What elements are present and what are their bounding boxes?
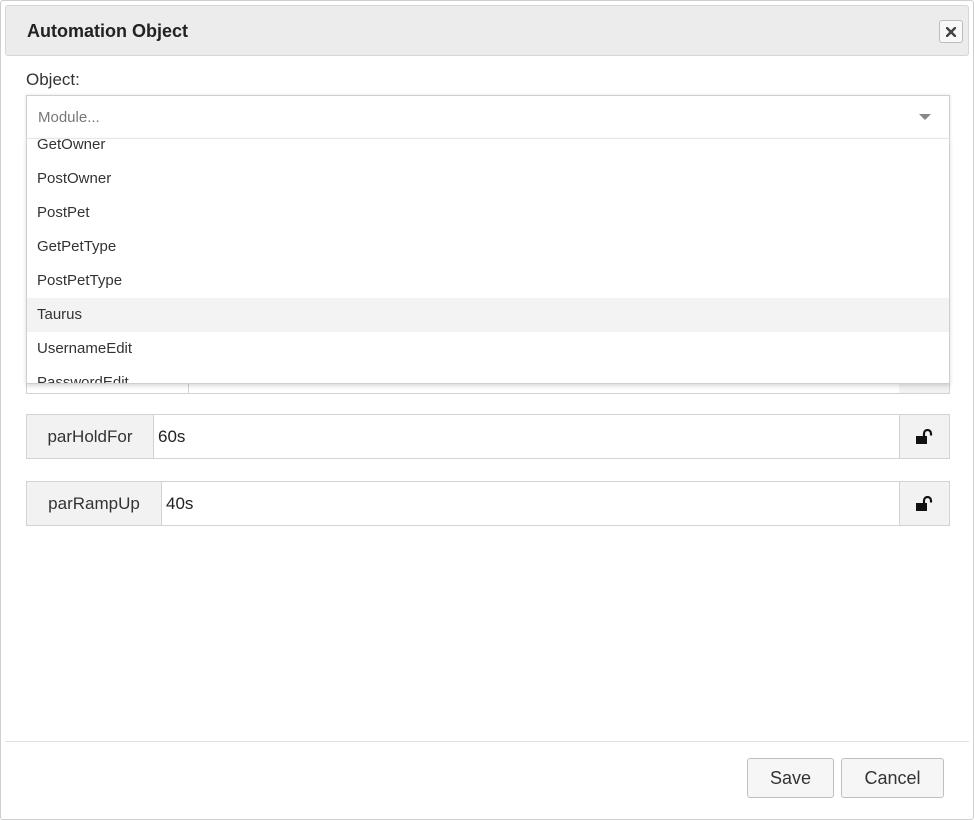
object-select[interactable]: Module... xyxy=(26,95,950,139)
object-label: Object: xyxy=(26,70,80,89)
dialog-title: Automation Object xyxy=(27,21,188,41)
lock-toggle-button[interactable] xyxy=(899,482,949,525)
footer-divider xyxy=(5,741,969,742)
param-row-parholdfor: parHoldFor xyxy=(26,414,950,459)
object-dropdown-list[interactable]: GetOwner PostOwner PostPet GetPetType Po… xyxy=(26,138,950,384)
unlock-icon xyxy=(915,495,932,511)
automation-object-dialog: Automation Object Object: parHoldFor par… xyxy=(0,0,974,820)
dropdown-option-hovered[interactable]: Taurus xyxy=(27,298,949,332)
dialog-titlebar: Automation Object xyxy=(5,5,969,56)
close-icon xyxy=(946,26,956,37)
dropdown-option[interactable]: PostPetType xyxy=(27,264,949,298)
param-value-input[interactable] xyxy=(162,482,900,525)
dropdown-option[interactable]: PostPet xyxy=(27,196,949,230)
dropdown-option[interactable]: PostOwner xyxy=(27,162,949,196)
close-button[interactable] xyxy=(939,20,963,43)
param-value-input[interactable] xyxy=(154,415,900,458)
param-name: parHoldFor xyxy=(27,415,154,458)
param-row-parrampup: parRampUp xyxy=(26,481,950,526)
chevron-down-icon[interactable] xyxy=(919,114,931,120)
save-button[interactable]: Save xyxy=(747,758,834,798)
lock-toggle-button[interactable] xyxy=(899,415,949,458)
dropdown-option[interactable]: GetPetType xyxy=(27,230,949,264)
select-placeholder: Module... xyxy=(38,109,100,126)
unlock-icon xyxy=(915,428,932,444)
dropdown-option[interactable]: UsernameEdit xyxy=(27,332,949,366)
dropdown-option[interactable]: GetOwner xyxy=(27,139,949,162)
cancel-button[interactable]: Cancel xyxy=(841,758,944,798)
dropdown-option[interactable]: PasswordEdit xyxy=(27,366,949,383)
param-name: parRampUp xyxy=(27,482,162,525)
